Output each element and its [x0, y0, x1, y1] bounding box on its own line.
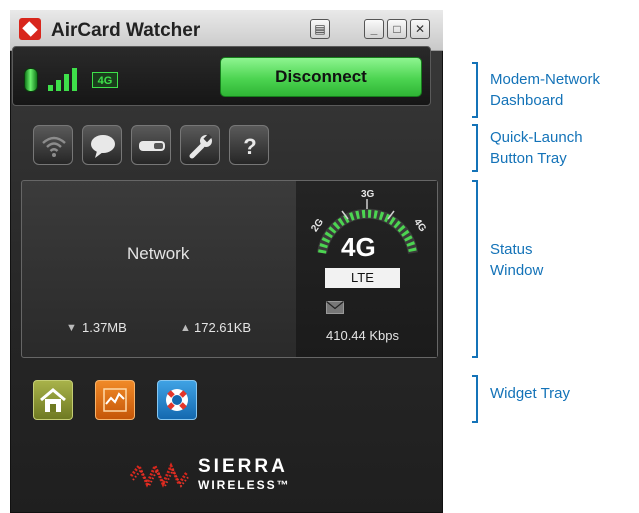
home-widget-button[interactable] [33, 380, 73, 420]
modem-status-led-icon [24, 68, 38, 92]
wifi-icon [42, 136, 66, 157]
callout-line: Status [490, 241, 533, 258]
settings-button[interactable]: ▤ [310, 19, 330, 39]
support-widget-button[interactable] [157, 380, 197, 420]
brand-subtitle: WIRELESS™ [198, 478, 291, 492]
callout-line: Widget Tray [490, 385, 571, 402]
network-type-badge: 4G [92, 72, 118, 88]
usb-modem-icon [139, 141, 165, 151]
quick-launch-callout-bracket [472, 124, 478, 172]
upload-arrow-icon: ▲ [180, 322, 191, 334]
graph-icon [103, 388, 127, 412]
svg-text:?: ? [243, 134, 256, 159]
lifebuoy-icon [166, 389, 188, 411]
callout-line: Button Tray [490, 150, 567, 167]
wrench-icon [189, 133, 212, 159]
current-generation: 4G [341, 232, 376, 262]
gauge-label-3g: 3G [361, 189, 375, 200]
minimize-button[interactable]: _ [364, 19, 384, 39]
connection-speed: 410.44 Kbps [326, 328, 400, 343]
app-logo-icon [19, 18, 41, 40]
download-arrow-icon: ▼ [66, 322, 77, 334]
modem-device-button[interactable] [131, 125, 171, 165]
chat-bubble-icon [91, 135, 115, 158]
network-name: Network [127, 244, 190, 263]
status-callout-bracket [472, 180, 478, 358]
sierra-wireless-logo-icon [129, 462, 190, 489]
title-bar[interactable]: AirCard Watcher ▤ _ □ ✕ [10, 10, 443, 51]
messaging-button[interactable] [82, 125, 122, 165]
usage-widget-button[interactable] [95, 380, 135, 420]
callout-line: Quick-Launch [490, 129, 583, 146]
maximize-button[interactable]: □ [387, 19, 407, 39]
help-button[interactable]: ? [229, 125, 269, 165]
callout-line: Window [490, 262, 544, 279]
dashboard-callout: Modem-Network Dashboard [490, 69, 600, 111]
status-callout: Status Window [490, 239, 543, 281]
callout-line: Dashboard [490, 92, 564, 109]
home-icon [40, 388, 66, 412]
tools-button[interactable] [180, 125, 220, 165]
wifi-button[interactable] [33, 125, 73, 165]
signal-strength-icon [48, 67, 80, 91]
widget-callout: Widget Tray [490, 383, 570, 404]
dashboard-callout-bracket [472, 62, 478, 118]
app-title: AirCard Watcher [51, 20, 201, 41]
mail-icon[interactable] [326, 301, 344, 314]
brand-name: SIERRA [198, 456, 288, 477]
help-icon: ? [243, 134, 256, 159]
upload-amount: 172.61KB [194, 320, 252, 335]
download-amount: 1.37MB [82, 320, 127, 335]
quick-launch-callout: Quick-Launch Button Tray [490, 127, 583, 169]
disconnect-button[interactable]: Disconnect [220, 57, 422, 97]
technology-label: LTE [325, 268, 400, 288]
close-button[interactable]: ✕ [410, 19, 430, 39]
callout-line: Modem-Network [490, 71, 601, 88]
widget-callout-bracket [472, 375, 478, 423]
